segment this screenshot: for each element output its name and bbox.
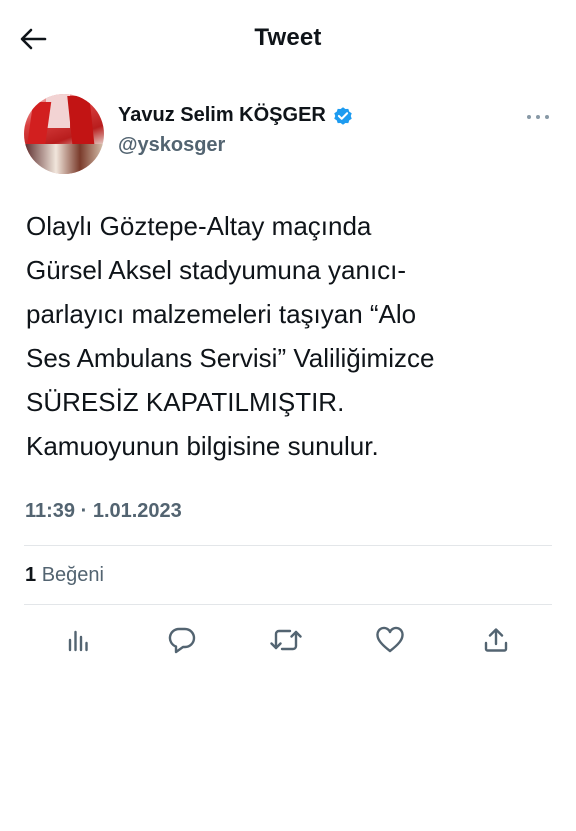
author-display-name[interactable]: Yavuz Selim KÖŞGER bbox=[118, 104, 326, 127]
reply-icon bbox=[167, 626, 197, 654]
likes-count: 1 bbox=[25, 564, 37, 586]
verified-badge-icon bbox=[332, 105, 354, 127]
share-button[interactable] bbox=[476, 620, 516, 660]
analytics-icon bbox=[66, 628, 90, 652]
share-icon bbox=[483, 627, 509, 653]
more-dots-icon bbox=[526, 113, 550, 121]
like-button[interactable] bbox=[370, 620, 410, 660]
retweet-icon bbox=[270, 627, 302, 653]
page-title: Tweet bbox=[254, 24, 322, 51]
tweet-text: Olaylı Göztepe-Altay maçında Gürsel Akse… bbox=[26, 211, 435, 461]
likes-label: Beğeni bbox=[41, 564, 104, 586]
reply-button[interactable] bbox=[162, 620, 202, 660]
likes-stat[interactable]: 1 Beğeni bbox=[25, 564, 104, 587]
author-name-row[interactable]: Yavuz Selim KÖŞGER bbox=[118, 104, 354, 127]
divider bbox=[24, 604, 552, 605]
author-row: Yavuz Selim KÖŞGER @yskosger bbox=[24, 94, 552, 176]
avatar[interactable] bbox=[24, 94, 104, 174]
heart-icon bbox=[375, 626, 405, 654]
author-handle[interactable]: @yskosger bbox=[118, 134, 225, 157]
retweet-button[interactable] bbox=[266, 620, 306, 660]
more-button[interactable] bbox=[524, 110, 552, 124]
tweet-timestamp[interactable]: 11:39 · 1.01.2023 bbox=[25, 500, 182, 523]
divider bbox=[24, 545, 552, 546]
top-bar: Tweet bbox=[0, 0, 576, 78]
analytics-button[interactable] bbox=[58, 620, 98, 660]
action-bar bbox=[24, 620, 552, 660]
